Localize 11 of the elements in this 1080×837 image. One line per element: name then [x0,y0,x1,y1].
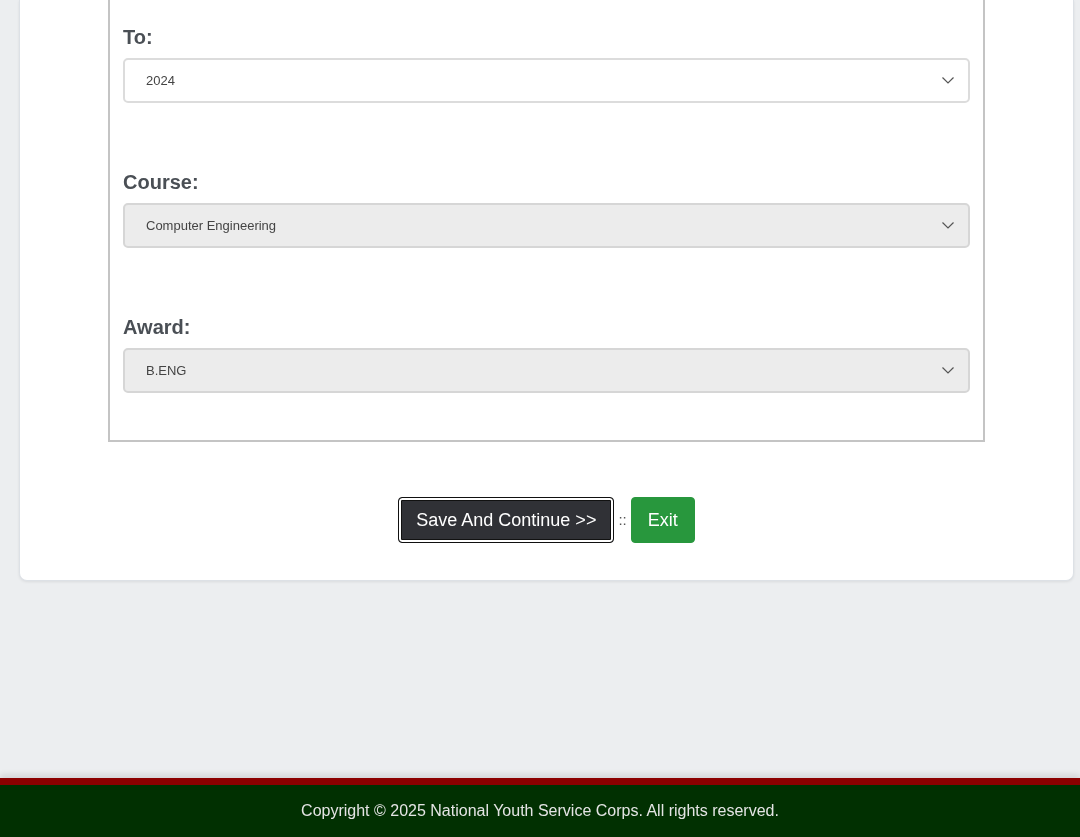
chevron-down-icon [942,77,954,84]
save-continue-button[interactable]: Save And Continue >> [398,497,615,543]
exit-button[interactable]: Exit [630,497,695,543]
separator-text: :: [618,509,627,530]
field-label: To: [123,25,153,49]
dropdown[interactable]: 2024 [123,58,970,103]
chevron-down-icon [942,367,954,374]
copyright-text: Copyright © 2025 National Youth Service Corps. All rights reserved. [301,801,779,821]
field-label: Award: [123,315,191,339]
field-label: Course: [123,170,199,194]
chevron-down-icon [942,222,954,229]
